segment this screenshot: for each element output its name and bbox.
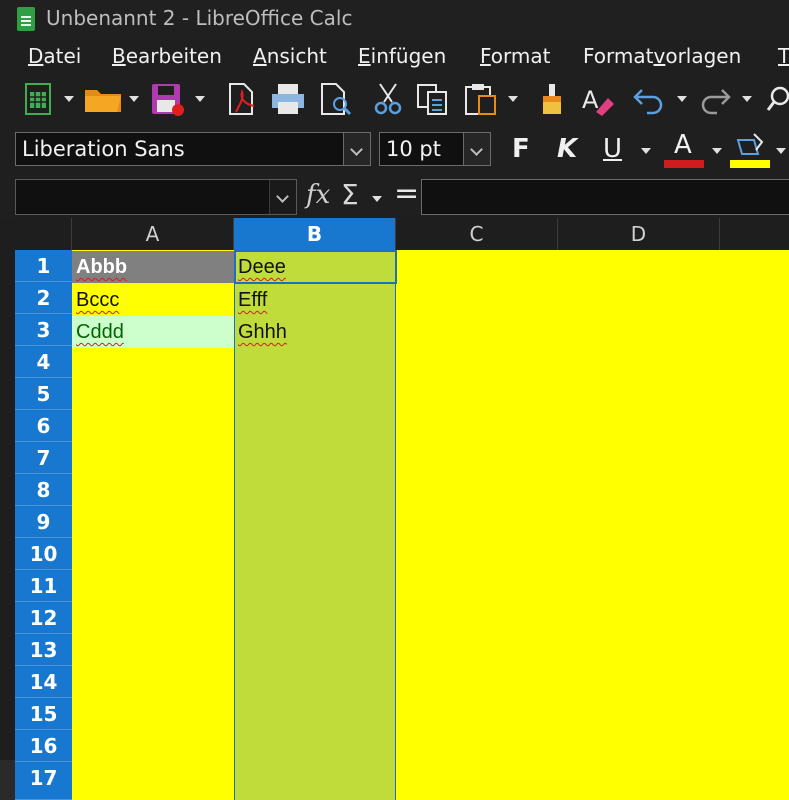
open-folder-icon[interactable] (83, 82, 125, 116)
formula-bar: fx Σ = (0, 176, 789, 220)
clone-formatting-icon[interactable] (536, 82, 568, 116)
row-header-6[interactable]: 6 (15, 410, 72, 442)
name-box-dropdown-icon[interactable] (269, 180, 296, 214)
row-header-8[interactable]: 8 (15, 474, 72, 506)
font-name-dropdown-icon[interactable] (343, 133, 370, 165)
formatting-toolbar: Liberation Sans 10 pt F K U A (0, 126, 789, 176)
column-header-c[interactable]: C (396, 218, 558, 250)
row-header-15[interactable]: 15 (15, 698, 72, 730)
row-header-17[interactable]: 17 (15, 762, 72, 800)
left-gutter (0, 250, 15, 800)
column-header-b[interactable]: B (234, 218, 396, 250)
font-color-dropdown-arrow-icon[interactable] (712, 148, 722, 154)
formula-button[interactable]: = (394, 176, 419, 211)
sum-button[interactable]: Σ (341, 178, 359, 211)
undo-icon[interactable] (632, 82, 666, 116)
column-header-e[interactable] (720, 218, 789, 250)
print-icon[interactable] (270, 82, 306, 116)
print-preview-icon[interactable] (318, 82, 354, 116)
cell-b2[interactable]: Efff (234, 284, 396, 316)
new-spreadsheet-icon[interactable] (22, 82, 54, 116)
font-color-swatch (664, 160, 704, 168)
cell-b2-text: Efff (238, 289, 268, 311)
menu-einfuegen[interactable]: Einfügen (358, 44, 446, 68)
standard-toolbar: A (0, 74, 789, 126)
menu-format[interactable]: Format (480, 44, 550, 68)
menu-tabelle[interactable]: T (778, 44, 789, 68)
sum-dropdown-arrow-icon[interactable] (372, 196, 382, 202)
paste-dropdown-arrow-icon[interactable] (508, 96, 518, 102)
cell-a3-text: Cddd (76, 321, 124, 343)
highlighting-color-icon[interactable] (730, 130, 770, 170)
clear-direct-formatting-icon[interactable]: A (580, 82, 616, 116)
menu-formatvorlagen[interactable]: Formatvorlagen (583, 44, 741, 68)
row-header-11[interactable]: 11 (15, 570, 72, 602)
row-header-2[interactable]: 2 (15, 282, 72, 314)
italic-button[interactable]: K (557, 134, 577, 164)
row-header-4[interactable]: 4 (15, 346, 72, 378)
gutter-strip (0, 760, 15, 800)
font-name-value: Liberation Sans (22, 137, 185, 161)
calc-app-icon (17, 7, 35, 31)
menu-datei[interactable]: Datei (28, 44, 81, 68)
font-color-letter: A (674, 130, 692, 160)
cell-a1[interactable]: Abbb (72, 251, 234, 283)
row-header-1[interactable]: 1 (15, 250, 72, 282)
row-header-10[interactable]: 10 (15, 538, 72, 570)
save-dropdown-arrow-icon[interactable] (195, 96, 205, 102)
column-header-d[interactable]: D (558, 218, 720, 250)
highlighting-dropdown-arrow-icon[interactable] (776, 148, 786, 154)
select-all-corner[interactable] (15, 218, 72, 250)
column-header-a[interactable]: A (72, 218, 234, 250)
paste-icon[interactable] (463, 82, 499, 116)
row-header-16[interactable]: 16 (15, 730, 72, 762)
find-replace-icon[interactable] (766, 82, 789, 116)
open-dropdown-arrow-icon[interactable] (129, 96, 139, 102)
font-color-button[interactable]: A (674, 130, 692, 160)
cell-a2-text: Bccc (76, 289, 120, 311)
row-header-13[interactable]: 13 (15, 634, 72, 666)
copy-icon[interactable] (415, 82, 451, 116)
font-size-value: 10 pt (386, 137, 441, 161)
font-name-box[interactable]: Liberation Sans (15, 132, 371, 166)
menu-ansicht[interactable]: Ansicht (253, 44, 327, 68)
new-dropdown-arrow-icon[interactable] (64, 96, 74, 102)
font-size-dropdown-icon[interactable] (463, 133, 490, 165)
redo-dropdown-arrow-icon[interactable] (742, 96, 752, 102)
underline-dropdown-arrow-icon[interactable] (641, 148, 651, 154)
save-icon[interactable] (150, 82, 186, 116)
row-header-12[interactable]: 12 (15, 602, 72, 634)
cell-b3-text: Ghhh (238, 321, 287, 343)
formula-input[interactable] (421, 179, 789, 215)
cell-a2[interactable]: Bccc (72, 284, 234, 316)
underline-button[interactable]: U (603, 134, 622, 164)
title-bar: Unbenannt 2 - LibreOffice Calc (0, 0, 789, 40)
export-pdf-icon[interactable] (224, 82, 258, 116)
name-box[interactable] (15, 179, 297, 215)
row-header-7[interactable]: 7 (15, 442, 72, 474)
menu-bar: Datei Bearbeiten Ansicht Einfügen Format… (0, 40, 789, 74)
bold-button[interactable]: F (512, 134, 530, 164)
cut-icon[interactable] (372, 82, 404, 116)
undo-dropdown-arrow-icon[interactable] (677, 96, 687, 102)
cell-a1-text: Abbb (76, 256, 128, 278)
row-header-9[interactable]: 9 (15, 506, 72, 538)
row-header-3[interactable]: 3 (15, 314, 72, 346)
cell-a3[interactable]: Cddd (72, 316, 234, 348)
function-wizard-button[interactable]: fx (306, 180, 330, 210)
window-title: Unbenannt 2 - LibreOffice Calc (46, 6, 353, 30)
row-header-14[interactable]: 14 (15, 666, 72, 698)
svg-text:A: A (582, 86, 599, 114)
redo-icon[interactable] (698, 82, 732, 116)
row-header-5[interactable]: 5 (15, 378, 72, 410)
font-size-box[interactable]: 10 pt (379, 132, 491, 166)
cell-b3[interactable]: Ghhh (234, 316, 396, 348)
menu-bearbeiten[interactable]: Bearbeiten (112, 44, 222, 68)
cell-cursor (234, 250, 397, 284)
